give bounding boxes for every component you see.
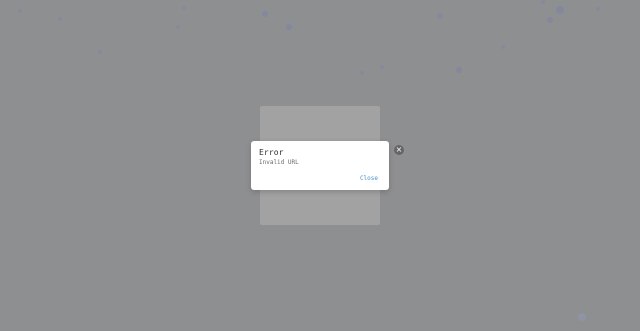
background-dot — [380, 65, 384, 69]
background-dot — [182, 6, 186, 10]
dialog-message: Invalid URL — [259, 159, 299, 166]
background-dot — [98, 50, 102, 54]
background-dot — [286, 24, 292, 30]
background-dot — [262, 11, 268, 17]
background-dot — [541, 0, 545, 4]
background-dot — [456, 67, 462, 73]
background-dot — [18, 9, 22, 13]
background-dot — [596, 7, 600, 11]
error-dialog: Error Invalid URL Close — [251, 141, 389, 190]
background-dot — [360, 71, 364, 75]
background-dot — [176, 25, 180, 29]
background-dot — [58, 17, 62, 21]
background-dot — [547, 17, 553, 23]
background-dot — [501, 45, 505, 49]
watermark-logo-icon — [578, 313, 586, 321]
close-icon[interactable]: × — [394, 145, 404, 155]
background-dot — [556, 6, 564, 14]
dialog-title: Error — [259, 148, 284, 157]
close-button[interactable]: Close — [360, 175, 378, 182]
background-dot — [437, 13, 443, 19]
